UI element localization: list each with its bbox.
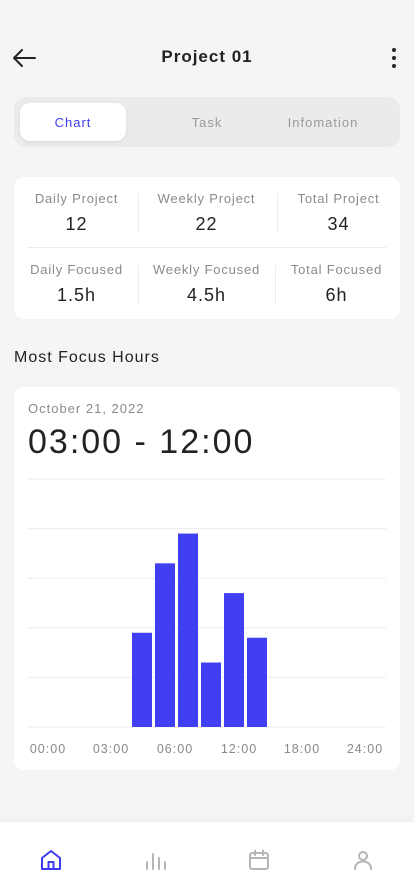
chart-bar <box>201 662 221 727</box>
stat-total-project: Total Project 34 <box>276 191 401 235</box>
bottom-nav <box>0 822 414 896</box>
tab-information[interactable]: Infomation <box>270 103 376 141</box>
chart-bar <box>178 533 198 727</box>
divider <box>138 193 139 233</box>
chart-bar <box>155 563 175 727</box>
home-icon <box>41 850 61 870</box>
stat-daily-focused: Daily Focused 1.5h <box>14 262 139 306</box>
stat-total-focused: Total Focused 6h <box>274 262 399 306</box>
stat-value: 22 <box>195 214 218 234</box>
calendar-icon <box>249 849 269 870</box>
nav-profile[interactable] <box>349 846 377 874</box>
stat-label: Weekly Focused <box>152 262 261 277</box>
stat-value: 6h <box>325 285 348 305</box>
divider <box>138 265 139 305</box>
x-tick-label: 18:00 <box>284 742 320 756</box>
chart-bar <box>224 593 244 727</box>
stat-value: 1.5h <box>56 285 97 305</box>
stats-card: Daily Project 12 Weekly Project 22 Total… <box>14 177 400 319</box>
chart-bar <box>132 632 152 727</box>
nav-calendar[interactable] <box>245 846 273 874</box>
focus-hours-chart: 00:00 03:00 06:00 12:00 18:00 24:00 <box>28 478 386 756</box>
stat-label: Total Project <box>297 191 380 206</box>
nav-statistics[interactable] <box>141 846 169 874</box>
more-vertical-icon <box>392 48 396 68</box>
header: Project 01 <box>0 0 414 96</box>
stat-daily-project: Daily Project 12 <box>14 191 139 235</box>
divider <box>28 247 386 248</box>
stat-label: Weekly Project <box>157 191 256 206</box>
more-options-button[interactable] <box>380 42 408 74</box>
stat-value: 34 <box>327 214 350 234</box>
tab-bar: Chart Task Infomation <box>14 97 400 147</box>
x-tick-label: 00:00 <box>30 742 66 756</box>
stat-label: Total Focused <box>290 262 383 277</box>
section-title: Most Focus Hours <box>14 349 160 366</box>
chart-bar <box>247 637 267 727</box>
stat-weekly-focused: Weekly Focused 4.5h <box>144 262 269 306</box>
nav-home[interactable] <box>37 846 65 874</box>
chart-card: October 21, 2022 03:00 - 12:00 00:00 03:0… <box>14 387 400 770</box>
x-tick-label: 03:00 <box>93 742 129 756</box>
page-title: Project 01 <box>161 47 253 66</box>
stat-weekly-project: Weekly Project 22 <box>144 191 269 235</box>
stat-value: 12 <box>65 214 88 234</box>
stat-label: Daily Focused <box>30 262 123 277</box>
x-tick-label: 12:00 <box>221 742 257 756</box>
divider <box>275 265 276 305</box>
x-tick-label: 06:00 <box>157 742 193 756</box>
x-tick-label: 24:00 <box>347 742 383 756</box>
divider <box>277 193 278 233</box>
stat-value: 4.5h <box>186 285 227 305</box>
profile-icon <box>354 851 372 870</box>
tab-task[interactable]: Task <box>154 103 260 141</box>
stat-label: Daily Project <box>34 191 119 206</box>
tab-chart[interactable]: Chart <box>20 103 126 141</box>
bar-chart-icon <box>146 853 166 870</box>
